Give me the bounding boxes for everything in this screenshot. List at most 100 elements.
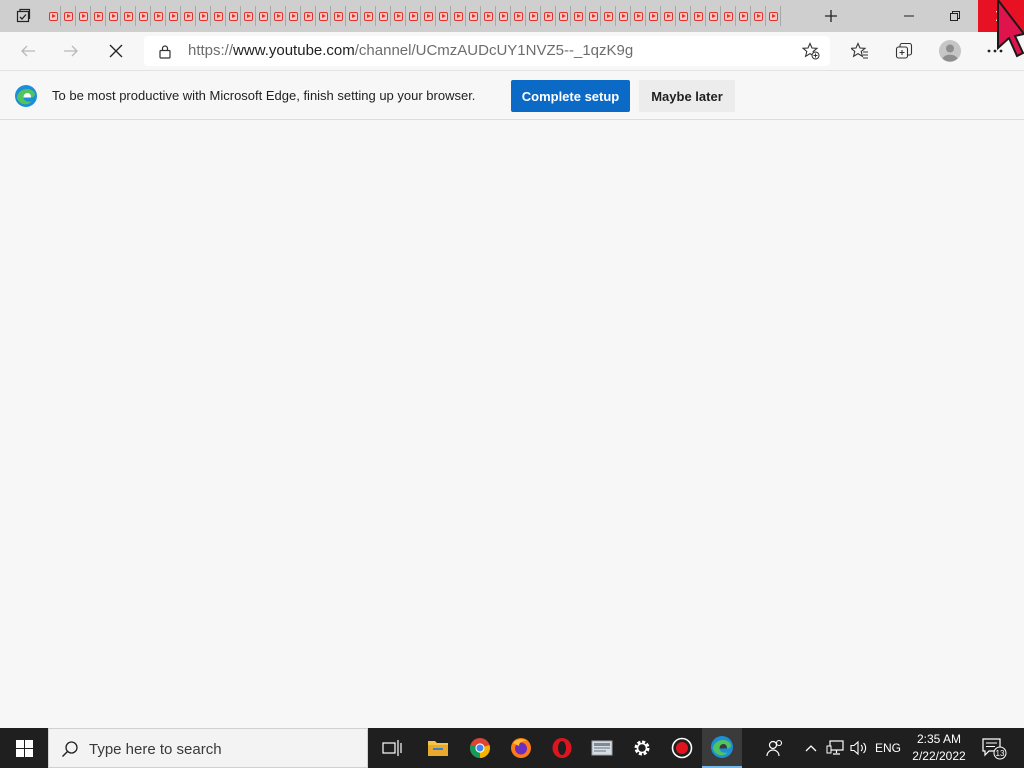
back-button[interactable]: [12, 36, 44, 66]
browser-tab[interactable]: [271, 6, 286, 26]
browser-tab[interactable]: [421, 6, 436, 26]
browser-tab[interactable]: [346, 6, 361, 26]
youtube-favicon-icon: [768, 11, 778, 21]
browser-tab[interactable]: [151, 6, 166, 26]
title-bar: [0, 0, 1024, 32]
address-bar[interactable]: https://www.youtube.com/channel/UCmzAUDc…: [144, 36, 830, 66]
infobar-message: To be most productive with Microsoft Edg…: [52, 88, 476, 103]
browser-tab[interactable]: [691, 6, 706, 26]
browser-tab[interactable]: [466, 6, 481, 26]
browser-tab[interactable]: [196, 6, 211, 26]
people-button[interactable]: [760, 728, 790, 768]
show-hidden-icons-button[interactable]: [800, 728, 822, 768]
browser-tab[interactable]: [286, 6, 301, 26]
browser-tab[interactable]: [436, 6, 451, 26]
file-explorer-icon: [428, 741, 448, 756]
restore-button[interactable]: [932, 0, 978, 32]
complete-setup-button[interactable]: Complete setup: [511, 80, 630, 112]
app-icon: [591, 740, 613, 756]
youtube-favicon-icon: [618, 11, 628, 21]
language-indicator[interactable]: ENG: [872, 728, 904, 768]
stop-loading-button[interactable]: [100, 36, 132, 66]
browser-tab[interactable]: [676, 6, 691, 26]
firefox-button[interactable]: [501, 728, 541, 768]
browser-tab[interactable]: [481, 6, 496, 26]
youtube-favicon-icon: [288, 11, 298, 21]
new-tab-button[interactable]: [818, 4, 844, 28]
settings-icon: [634, 740, 650, 756]
chrome-button[interactable]: [460, 728, 500, 768]
browser-tab[interactable]: [736, 6, 751, 26]
collections-button[interactable]: [889, 36, 919, 66]
opera-button[interactable]: [542, 728, 582, 768]
restore-icon: [950, 11, 960, 21]
taskbar-search-box[interactable]: Type here to search: [48, 728, 368, 768]
browser-tab[interactable]: [706, 6, 721, 26]
browser-tab[interactable]: [106, 6, 121, 26]
maybe-later-button[interactable]: Maybe later: [639, 80, 735, 112]
minimize-button[interactable]: [886, 0, 932, 32]
add-favorite-icon: [802, 42, 820, 60]
search-icon: [62, 741, 78, 757]
browser-tab[interactable]: [661, 6, 676, 26]
forward-button[interactable]: [55, 36, 87, 66]
favorites-button[interactable]: [845, 36, 875, 66]
browser-tab[interactable]: [571, 6, 586, 26]
start-button[interactable]: [0, 728, 48, 768]
browser-tab[interactable]: [526, 6, 541, 26]
browser-tab[interactable]: [226, 6, 241, 26]
browser-tab[interactable]: [556, 6, 571, 26]
browser-tab[interactable]: [451, 6, 466, 26]
browser-tab[interactable]: [361, 6, 376, 26]
browser-tab[interactable]: [511, 6, 526, 26]
browser-tab[interactable]: [61, 6, 76, 26]
browser-tab[interactable]: [166, 6, 181, 26]
browser-tab[interactable]: [541, 6, 556, 26]
task-view-icon: [382, 740, 402, 756]
browser-tab[interactable]: [766, 6, 781, 26]
browser-tab[interactable]: [76, 6, 91, 26]
browser-tab[interactable]: [91, 6, 106, 26]
browser-tab[interactable]: [136, 6, 151, 26]
url-path: /channel/UCmzAUDcUY1NVZ5--_1qzK9g: [354, 42, 634, 59]
record-button[interactable]: [662, 728, 702, 768]
browser-tab[interactable]: [586, 6, 601, 26]
browser-tab[interactable]: [406, 6, 421, 26]
task-view-button[interactable]: [372, 728, 412, 768]
network-button[interactable]: [824, 728, 846, 768]
browser-tab[interactable]: [316, 6, 331, 26]
browser-tab[interactable]: [751, 6, 766, 26]
browser-tab[interactable]: [391, 6, 406, 26]
browser-tab[interactable]: [631, 6, 646, 26]
profile-button[interactable]: [935, 36, 965, 66]
favorites-icon: [851, 42, 868, 59]
action-center-button[interactable]: 13: [978, 728, 1010, 768]
browser-tab[interactable]: [646, 6, 661, 26]
browser-tab[interactable]: [601, 6, 616, 26]
tab-actions-button[interactable]: [0, 0, 46, 32]
browser-tab[interactable]: [616, 6, 631, 26]
browser-tab[interactable]: [256, 6, 271, 26]
browser-tab[interactable]: [241, 6, 256, 26]
profile-icon: [939, 40, 961, 62]
clock[interactable]: 2:35 AM 2/22/2022: [906, 731, 972, 765]
browser-tab[interactable]: [181, 6, 196, 26]
edge-icon: [711, 736, 733, 758]
volume-button[interactable]: [848, 728, 870, 768]
settings-button[interactable]: [622, 728, 662, 768]
browser-tab[interactable]: [211, 6, 226, 26]
file-explorer-button[interactable]: [418, 728, 458, 768]
browser-tab[interactable]: [301, 6, 316, 26]
youtube-favicon-icon: [423, 11, 433, 21]
browser-tab[interactable]: [721, 6, 736, 26]
browser-tab[interactable]: [376, 6, 391, 26]
add-favorite-button[interactable]: [796, 36, 826, 66]
youtube-favicon-icon: [408, 11, 418, 21]
browser-tab[interactable]: [121, 6, 136, 26]
browser-tab[interactable]: [46, 6, 61, 26]
app-button[interactable]: [582, 728, 622, 768]
edge-taskbar-button[interactable]: [702, 728, 742, 768]
browser-tab[interactable]: [496, 6, 511, 26]
people-icon: [766, 739, 783, 757]
browser-tab[interactable]: [331, 6, 346, 26]
